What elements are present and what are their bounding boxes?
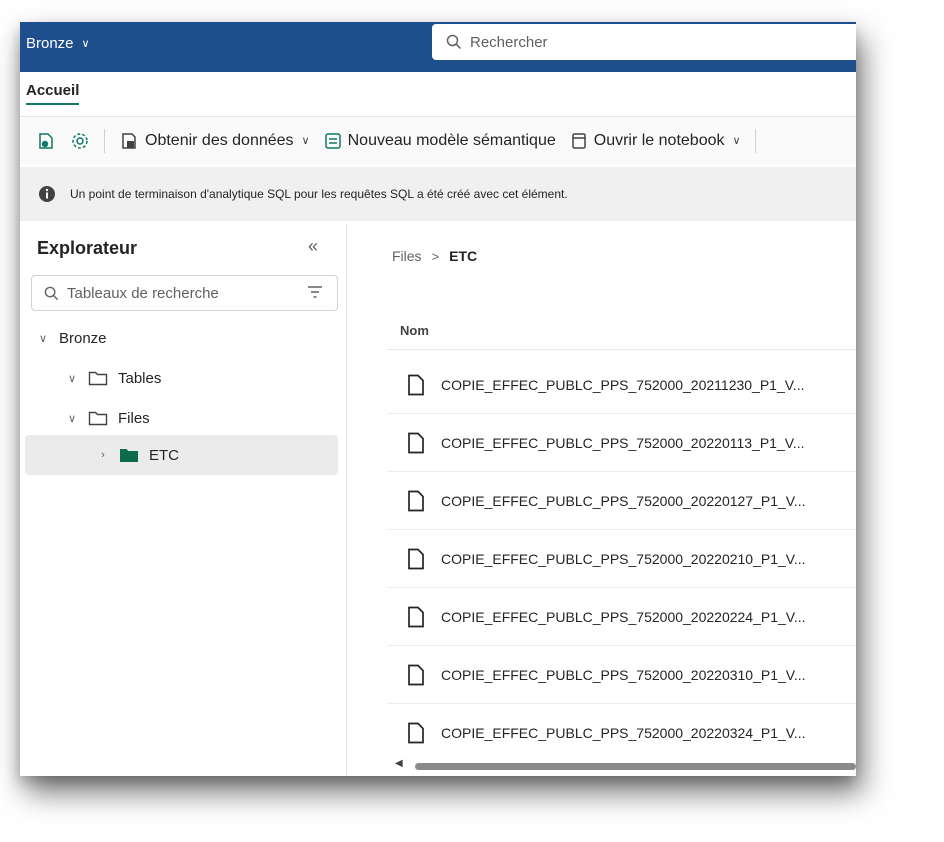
get-data-label: Obtenir des données: [145, 131, 294, 149]
horizontal-scrollbar[interactable]: ◀: [387, 758, 856, 772]
file-row[interactable]: COPIE_EFFEC_PUBLC_PPS_752000_20220324_P1…: [387, 704, 856, 762]
info-banner-text: Un point de terminaison d'analytique SQL…: [70, 187, 568, 201]
open-notebook-label: Ouvrir le notebook: [593, 131, 725, 149]
get-data-icon: [122, 132, 136, 149]
notebook-icon: [572, 132, 586, 149]
file-name: COPIE_EFFEC_PUBLC_PPS_752000_20220210_P1…: [441, 550, 806, 567]
file-name: COPIE_EFFEC_PUBLC_PPS_752000_20211230_P1…: [441, 376, 805, 393]
search-placeholder: Rechercher: [470, 33, 548, 51]
tree-item-etc[interactable]: › ETC: [25, 435, 338, 475]
refresh-button[interactable]: [36, 131, 56, 151]
tree-item-files[interactable]: ∨ Files: [66, 406, 150, 430]
file-name: COPIE_EFFEC_PUBLC_PPS_752000_20220113_P1…: [441, 434, 805, 451]
tree-item-label: Tables: [118, 369, 162, 387]
ribbon-tabs: Accueil: [20, 72, 856, 116]
global-search[interactable]: Rechercher: [432, 24, 856, 60]
file-icon: [408, 664, 424, 685]
explorer-title: Explorateur: [37, 238, 138, 258]
settings-button[interactable]: [70, 131, 90, 151]
folder-outline-icon: [88, 411, 108, 426]
chevron-right-icon: ›: [101, 449, 105, 461]
collapse-panel-icon[interactable]: «: [308, 236, 318, 257]
tree-item-label: Bronze: [59, 329, 107, 347]
file-icon: [408, 432, 424, 453]
file-icon: [408, 606, 424, 627]
file-row[interactable]: COPIE_EFFEC_PUBLC_PPS_752000_20211230_P1…: [387, 356, 856, 414]
workspace-switcher[interactable]: Bronze ∨: [26, 35, 90, 52]
tree-item-label: ETC: [149, 446, 179, 464]
file-icon: [408, 548, 424, 569]
chevron-right-icon: >: [431, 248, 440, 264]
tab-accueil[interactable]: Accueil: [26, 82, 80, 105]
header-divider: [387, 349, 856, 350]
file-row[interactable]: COPIE_EFFEC_PUBLC_PPS_752000_20220127_P1…: [387, 472, 856, 530]
scroll-left-icon[interactable]: ◀: [395, 758, 403, 769]
chevron-down-icon: ∨: [38, 332, 48, 345]
semantic-model-icon: [324, 132, 341, 149]
file-icon: [408, 722, 424, 744]
file-browser: Files > ETC Nom COPIE_EFFEC_PUBLC_PPS_75…: [347, 224, 856, 776]
chevron-down-icon: ∨: [732, 135, 741, 147]
file-icon: [408, 490, 424, 511]
explorer-panel: Explorateur « Tableaux de recherche ∨ Br…: [20, 224, 347, 776]
chevron-down-icon: ∨: [81, 38, 90, 50]
search-icon: [446, 34, 462, 50]
explorer-search-input[interactable]: Tableaux de recherche: [31, 275, 338, 311]
new-semantic-model-label: Nouveau modèle sémantique: [347, 131, 556, 149]
chevron-down-icon: ∨: [67, 412, 77, 425]
toolbar-separator: [754, 128, 756, 153]
info-icon: [39, 186, 55, 202]
filter-icon[interactable]: [307, 285, 323, 299]
column-header-name[interactable]: Nom: [400, 323, 429, 338]
open-notebook-button[interactable]: Ouvrir le notebook ∨: [570, 132, 741, 150]
breadcrumb-files[interactable]: Files: [392, 248, 422, 264]
toolbar-separator: [104, 128, 105, 153]
chevron-down-icon: ∨: [301, 135, 310, 147]
info-banner: Un point de terminaison d'analytique SQL…: [20, 167, 856, 221]
file-row[interactable]: COPIE_EFFEC_PUBLC_PPS_752000_20220210_P1…: [387, 530, 856, 588]
chevron-down-icon: ∨: [67, 372, 77, 385]
file-name: COPIE_EFFEC_PUBLC_PPS_752000_20220324_P1…: [441, 725, 806, 741]
get-data-button[interactable]: Obtenir des données ∨: [119, 131, 310, 151]
folder-filled-icon: [120, 449, 138, 462]
file-name: COPIE_EFFEC_PUBLC_PPS_752000_20220310_P1…: [441, 666, 806, 683]
refresh-icon: [39, 132, 53, 149]
breadcrumb: Files > ETC: [392, 248, 477, 264]
tree-item-label: Files: [118, 409, 150, 427]
breadcrumb-current: ETC: [449, 248, 478, 264]
file-name: COPIE_EFFEC_PUBLC_PPS_752000_20220224_P1…: [441, 608, 806, 625]
gear-icon: [72, 132, 88, 149]
file-row[interactable]: COPIE_EFFEC_PUBLC_PPS_752000_20220113_P1…: [387, 414, 856, 472]
new-semantic-model-button[interactable]: Nouveau modèle sémantique: [324, 132, 556, 150]
ribbon-toolbar: Obtenir des données ∨ Nouveau modèle sém…: [20, 116, 856, 164]
file-row[interactable]: COPIE_EFFEC_PUBLC_PPS_752000_20220310_P1…: [387, 646, 856, 704]
scrollbar-thumb[interactable]: [415, 763, 856, 770]
search-icon: [44, 286, 59, 300]
file-name: COPIE_EFFEC_PUBLC_PPS_752000_20220127_P1…: [441, 492, 806, 509]
folder-outline-icon: [88, 371, 108, 386]
app-window: Bronze ∨ Rechercher Accueil Obtenir des …: [20, 22, 856, 776]
file-row[interactable]: COPIE_EFFEC_PUBLC_PPS_752000_20220224_P1…: [387, 588, 856, 646]
tree-item-tables[interactable]: ∨ Tables: [66, 366, 161, 390]
top-bar: Bronze ∨ Rechercher: [20, 22, 856, 72]
workspace-name: Bronze: [26, 35, 74, 52]
tree-item-bronze[interactable]: ∨ Bronze: [37, 326, 107, 350]
explorer-search-placeholder: Tableaux de recherche: [67, 284, 219, 302]
file-icon: [408, 374, 424, 395]
